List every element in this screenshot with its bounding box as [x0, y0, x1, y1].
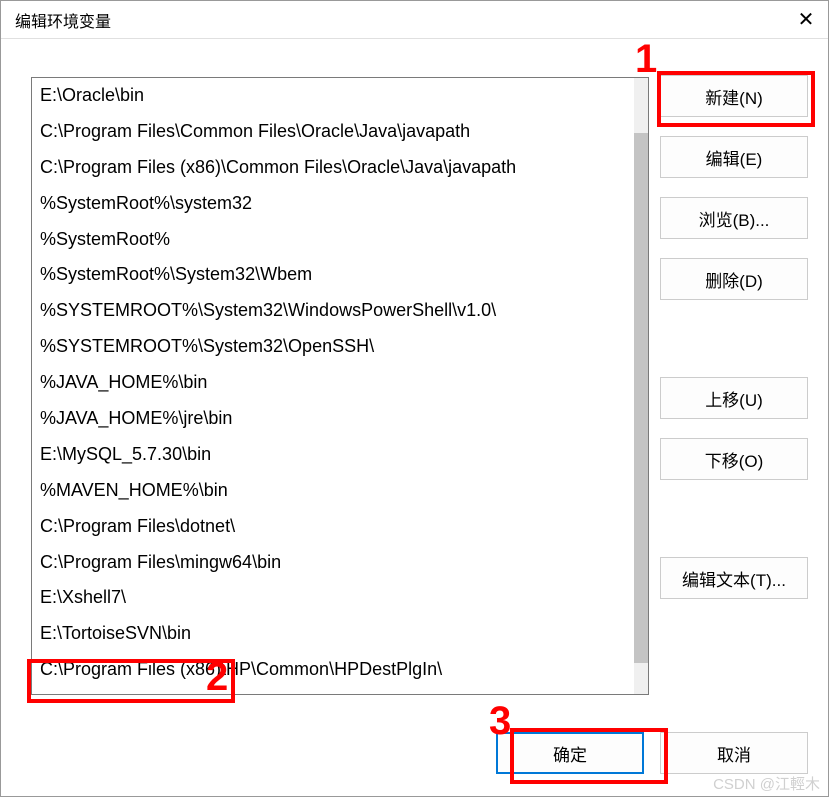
- titlebar: 编辑环境变量 ✕: [1, 1, 828, 39]
- list-item[interactable]: E:\Xshell7\: [32, 580, 634, 616]
- scroll-thumb[interactable]: [634, 133, 648, 663]
- list-item[interactable]: %JAVA_HOME%\bin: [32, 365, 634, 401]
- dialog-title: 编辑环境变量: [15, 8, 111, 32]
- list-item[interactable]: C:\Program Files\mingw64\bin: [32, 545, 634, 581]
- ok-button[interactable]: 确定: [496, 732, 644, 774]
- list-item[interactable]: C:\Program Files (x86)\Common Files\Orac…: [32, 150, 634, 186]
- path-listbox[interactable]: E:\Oracle\binC:\Program Files\Common Fil…: [31, 77, 649, 695]
- list-item[interactable]: E:\TortoiseSVN\bin: [32, 616, 634, 652]
- delete-button[interactable]: 删除(D): [660, 258, 808, 300]
- scrollbar[interactable]: [634, 78, 648, 694]
- list-item[interactable]: C:\Program Files (x86)\HP\Common\HPDestP…: [32, 652, 634, 688]
- edit-button[interactable]: 编辑(E): [660, 136, 808, 178]
- browse-button[interactable]: 浏览(B)...: [660, 197, 808, 239]
- list-item[interactable]: %SCALA_HOME%\bin: [32, 688, 634, 694]
- new-button[interactable]: 新建(N): [660, 75, 808, 117]
- list-item[interactable]: %SystemRoot%\system32: [32, 186, 634, 222]
- list-item[interactable]: %SystemRoot%: [32, 222, 634, 258]
- list-item[interactable]: E:\MySQL_5.7.30\bin: [32, 437, 634, 473]
- list-item[interactable]: E:\Oracle\bin: [32, 78, 634, 114]
- list-item[interactable]: C:\Program Files\Common Files\Oracle\Jav…: [32, 114, 634, 150]
- list-item[interactable]: %MAVEN_HOME%\bin: [32, 473, 634, 509]
- side-button-group: 新建(N) 编辑(E) 浏览(B)... 删除(D) 上移(U) 下移(O) 编…: [660, 75, 808, 599]
- bottom-button-group: 确定 取消: [496, 732, 808, 774]
- movedown-button[interactable]: 下移(O): [660, 438, 808, 480]
- edit-env-dialog: 编辑环境变量 ✕ E:\Oracle\binC:\Program Files\C…: [0, 0, 829, 797]
- edittext-button[interactable]: 编辑文本(T)...: [660, 557, 808, 599]
- close-icon[interactable]: ✕: [796, 10, 816, 30]
- list-item[interactable]: C:\Program Files\dotnet\: [32, 509, 634, 545]
- moveup-button[interactable]: 上移(U): [660, 377, 808, 419]
- list-item[interactable]: %SystemRoot%\System32\Wbem: [32, 257, 634, 293]
- list-item[interactable]: %SYSTEMROOT%\System32\OpenSSH\: [32, 329, 634, 365]
- list-item[interactable]: %JAVA_HOME%\jre\bin: [32, 401, 634, 437]
- list-item[interactable]: %SYSTEMROOT%\System32\WindowsPowerShell\…: [32, 293, 634, 329]
- cancel-button[interactable]: 取消: [660, 732, 808, 774]
